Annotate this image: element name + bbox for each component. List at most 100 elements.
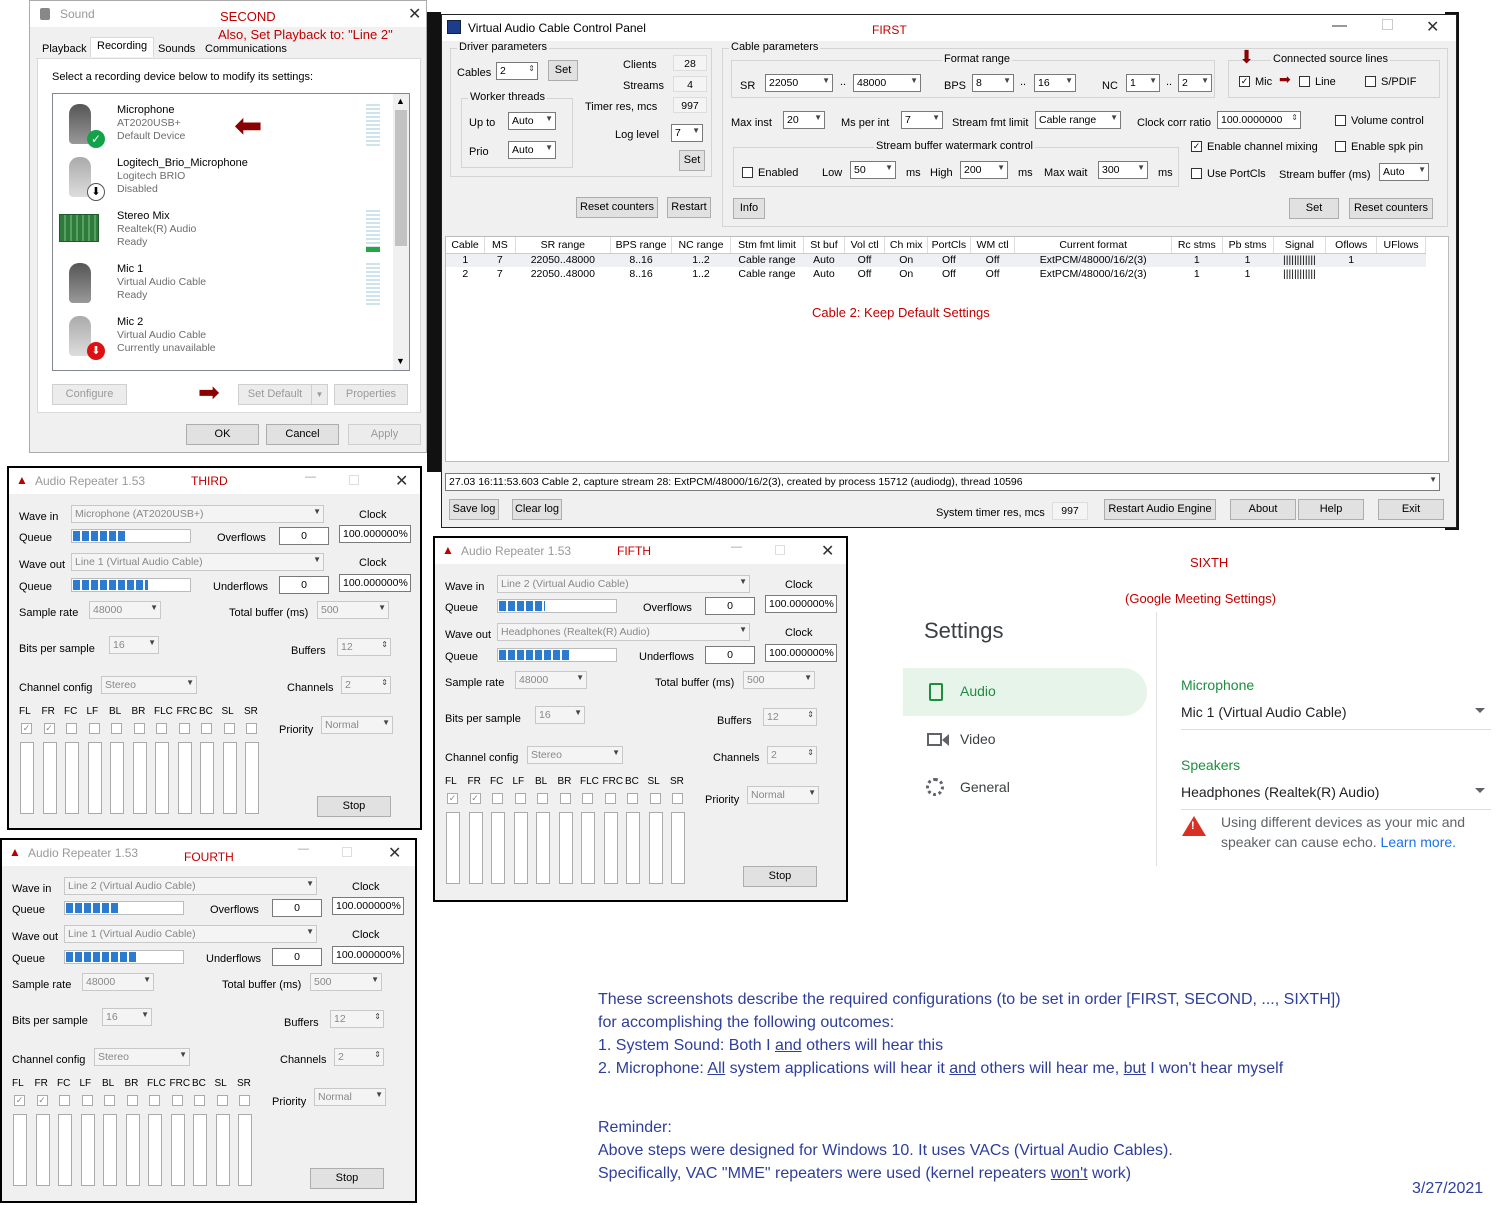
wave-in-select[interactable]: Microphone (AT2020USB+) ▼ bbox=[71, 505, 324, 523]
channel-checkbox-sr[interactable] bbox=[246, 723, 257, 734]
priority-select[interactable]: Normal ▼ bbox=[747, 786, 819, 804]
device-stereo-mix[interactable]: Stereo Mix Realtek(R) Audio Ready bbox=[53, 206, 393, 258]
col-ch-mix[interactable]: Ch mix bbox=[884, 237, 929, 254]
close-icon[interactable]: ✕ bbox=[821, 541, 834, 561]
bits-per-sample-select[interactable]: 16 ▼ bbox=[535, 706, 585, 724]
set-default-button[interactable]: Set Default bbox=[238, 384, 312, 405]
channel-checkbox-flc[interactable] bbox=[149, 1095, 160, 1106]
maximize-icon[interactable] bbox=[1382, 19, 1393, 30]
channel-checkbox-frc[interactable] bbox=[171, 1095, 183, 1106]
maximize-icon[interactable] bbox=[775, 545, 785, 555]
close-icon[interactable]: ✕ bbox=[395, 471, 408, 491]
col-nc-range[interactable]: NC range bbox=[671, 237, 731, 254]
channel-checkbox-bc[interactable] bbox=[201, 723, 212, 734]
exit-button[interactable]: Exit bbox=[1378, 499, 1444, 520]
channel-checkbox-fc[interactable] bbox=[59, 1095, 70, 1106]
info-button[interactable]: Info bbox=[733, 198, 765, 219]
nc-to-select[interactable]: 2 ▼ bbox=[1178, 74, 1212, 92]
sample-rate-select[interactable]: 48000 ▼ bbox=[82, 973, 154, 991]
col-pb-stms[interactable]: Pb stms bbox=[1222, 237, 1274, 254]
cables-set-button[interactable]: Set bbox=[548, 60, 578, 81]
total-buffer-select[interactable]: 500 ▼ bbox=[310, 973, 382, 991]
channels-spinner[interactable]: 2 ⇕ bbox=[767, 746, 817, 764]
tab-sounds[interactable]: Sounds bbox=[158, 43, 195, 55]
help-button[interactable]: Help bbox=[1298, 499, 1364, 520]
minimize-icon[interactable]: — bbox=[731, 541, 742, 553]
col-oflows[interactable]: Oflows bbox=[1325, 237, 1378, 254]
channel-config-select[interactable]: Stereo ▼ bbox=[527, 746, 623, 764]
properties-button[interactable]: Properties bbox=[334, 384, 408, 405]
nav-audio[interactable]: Audio bbox=[903, 668, 1147, 716]
up-to-select[interactable]: Auto ▼ bbox=[508, 112, 556, 130]
col-rc-stms[interactable]: Rc stms bbox=[1171, 237, 1223, 254]
channel-config-select[interactable]: Stereo ▼ bbox=[101, 676, 197, 694]
bps-from-select[interactable]: 8 ▼ bbox=[972, 74, 1014, 92]
configure-button[interactable]: Configure bbox=[52, 384, 127, 405]
sr-to-select[interactable]: 48000 ▼ bbox=[853, 74, 921, 92]
prio-select[interactable]: Auto ▼ bbox=[508, 141, 556, 159]
restart-audio-engine-button[interactable]: Restart Audio Engine bbox=[1104, 499, 1216, 520]
stream-fmt-limit-select[interactable]: Cable range ▼ bbox=[1035, 111, 1121, 129]
stream-buffer-select[interactable]: Auto ▼ bbox=[1379, 163, 1429, 181]
channel-checkbox-fl[interactable]: ✓ bbox=[14, 1095, 25, 1106]
wave-in-select[interactable]: Line 2 (Virtual Audio Cable) ▼ bbox=[497, 575, 750, 593]
channel-checkbox-lf[interactable] bbox=[81, 1095, 93, 1106]
save-log-button[interactable]: Save log bbox=[449, 499, 499, 520]
use-portcls-checkbox[interactable] bbox=[1191, 168, 1202, 179]
channel-checkbox-flc[interactable] bbox=[582, 793, 593, 804]
cables-spinner[interactable]: 2 ⇕ bbox=[496, 62, 538, 80]
bits-per-sample-select[interactable]: 16 ▼ bbox=[109, 636, 159, 654]
channel-checkbox-fr[interactable]: ✓ bbox=[469, 793, 481, 804]
buffers-spinner[interactable]: 12 ⇕ bbox=[330, 1010, 384, 1028]
bps-to-select[interactable]: 16 ▼ bbox=[1034, 74, 1076, 92]
restart-button[interactable]: Restart bbox=[667, 197, 711, 218]
col-stm-fmt-limit[interactable]: Stm fmt limit bbox=[730, 237, 805, 254]
scroll-down-icon[interactable]: ▼ bbox=[396, 356, 405, 366]
learn-more-link[interactable]: Learn more. bbox=[1381, 834, 1456, 850]
wave-in-select[interactable]: Line 2 (Virtual Audio Cable) ▼ bbox=[64, 877, 317, 895]
channels-spinner[interactable]: 2 ⇕ bbox=[341, 676, 391, 694]
device-mic-2[interactable]: ⬇ Mic 2 Virtual Audio Cable Currently un… bbox=[53, 312, 393, 364]
channel-checkbox-fc[interactable] bbox=[492, 793, 503, 804]
low-select[interactable]: 50 ▼ bbox=[850, 161, 896, 179]
scroll-thumb[interactable] bbox=[395, 110, 407, 246]
col-wm-ctl[interactable]: WM ctl bbox=[970, 237, 1016, 254]
channel-checkbox-sr[interactable] bbox=[239, 1095, 250, 1106]
col-bps-range[interactable]: BPS range bbox=[610, 237, 673, 254]
maximize-icon[interactable] bbox=[342, 847, 352, 857]
col-cable[interactable]: Cable bbox=[446, 237, 486, 254]
ok-button[interactable]: OK bbox=[186, 424, 259, 445]
stop-button[interactable]: Stop bbox=[743, 866, 817, 887]
wave-out-select[interactable]: Headphones (Realtek(R) Audio) ▼ bbox=[497, 623, 750, 641]
col-current-format[interactable]: Current format bbox=[1014, 237, 1172, 254]
channel-checkbox-sr[interactable] bbox=[672, 793, 683, 804]
tab-recording[interactable]: Recording bbox=[90, 37, 155, 57]
max-inst-select[interactable]: 20 ▼ bbox=[783, 111, 825, 129]
nav-general[interactable]: General bbox=[903, 764, 1147, 812]
minimize-icon[interactable]: — bbox=[1332, 17, 1347, 34]
scroll-up-icon[interactable]: ▲ bbox=[396, 96, 405, 106]
channel-checkbox-fr[interactable]: ✓ bbox=[43, 723, 55, 734]
close-icon[interactable]: ✕ bbox=[388, 843, 401, 863]
close-icon[interactable]: ✕ bbox=[408, 4, 421, 24]
line-checkbox[interactable] bbox=[1299, 76, 1310, 87]
col-vol-ctl[interactable]: Vol ctl bbox=[844, 237, 886, 254]
device-list-scrollbar[interactable]: ▲ ▼ bbox=[393, 94, 409, 370]
spdif-checkbox[interactable] bbox=[1365, 76, 1376, 87]
nc-from-select[interactable]: 1 ▼ bbox=[1126, 74, 1160, 92]
volume-control-checkbox[interactable] bbox=[1335, 115, 1346, 126]
device-mic-1[interactable]: Mic 1 Virtual Audio Cable Ready bbox=[53, 259, 393, 311]
total-buffer-select[interactable]: 500 ▼ bbox=[743, 671, 815, 689]
enable-channel-mixing-checkbox[interactable]: ✓ bbox=[1191, 141, 1202, 152]
channel-checkbox-bl[interactable] bbox=[537, 793, 548, 804]
channel-checkbox-fc[interactable] bbox=[66, 723, 77, 734]
channel-checkbox-lf[interactable] bbox=[88, 723, 100, 734]
bits-per-sample-select[interactable]: 16 ▼ bbox=[102, 1008, 152, 1026]
col-st-buf[interactable]: St buf bbox=[803, 237, 845, 254]
stop-button[interactable]: Stop bbox=[310, 1168, 384, 1189]
log-level-select[interactable]: 7 ▼ bbox=[671, 124, 703, 142]
log-combobox[interactable]: 27.03 16:11:53.603 Cable 2, capture stre… bbox=[445, 473, 1440, 491]
channel-checkbox-bc[interactable] bbox=[627, 793, 638, 804]
channel-checkbox-bl[interactable] bbox=[111, 723, 122, 734]
channel-checkbox-br[interactable] bbox=[133, 723, 145, 734]
